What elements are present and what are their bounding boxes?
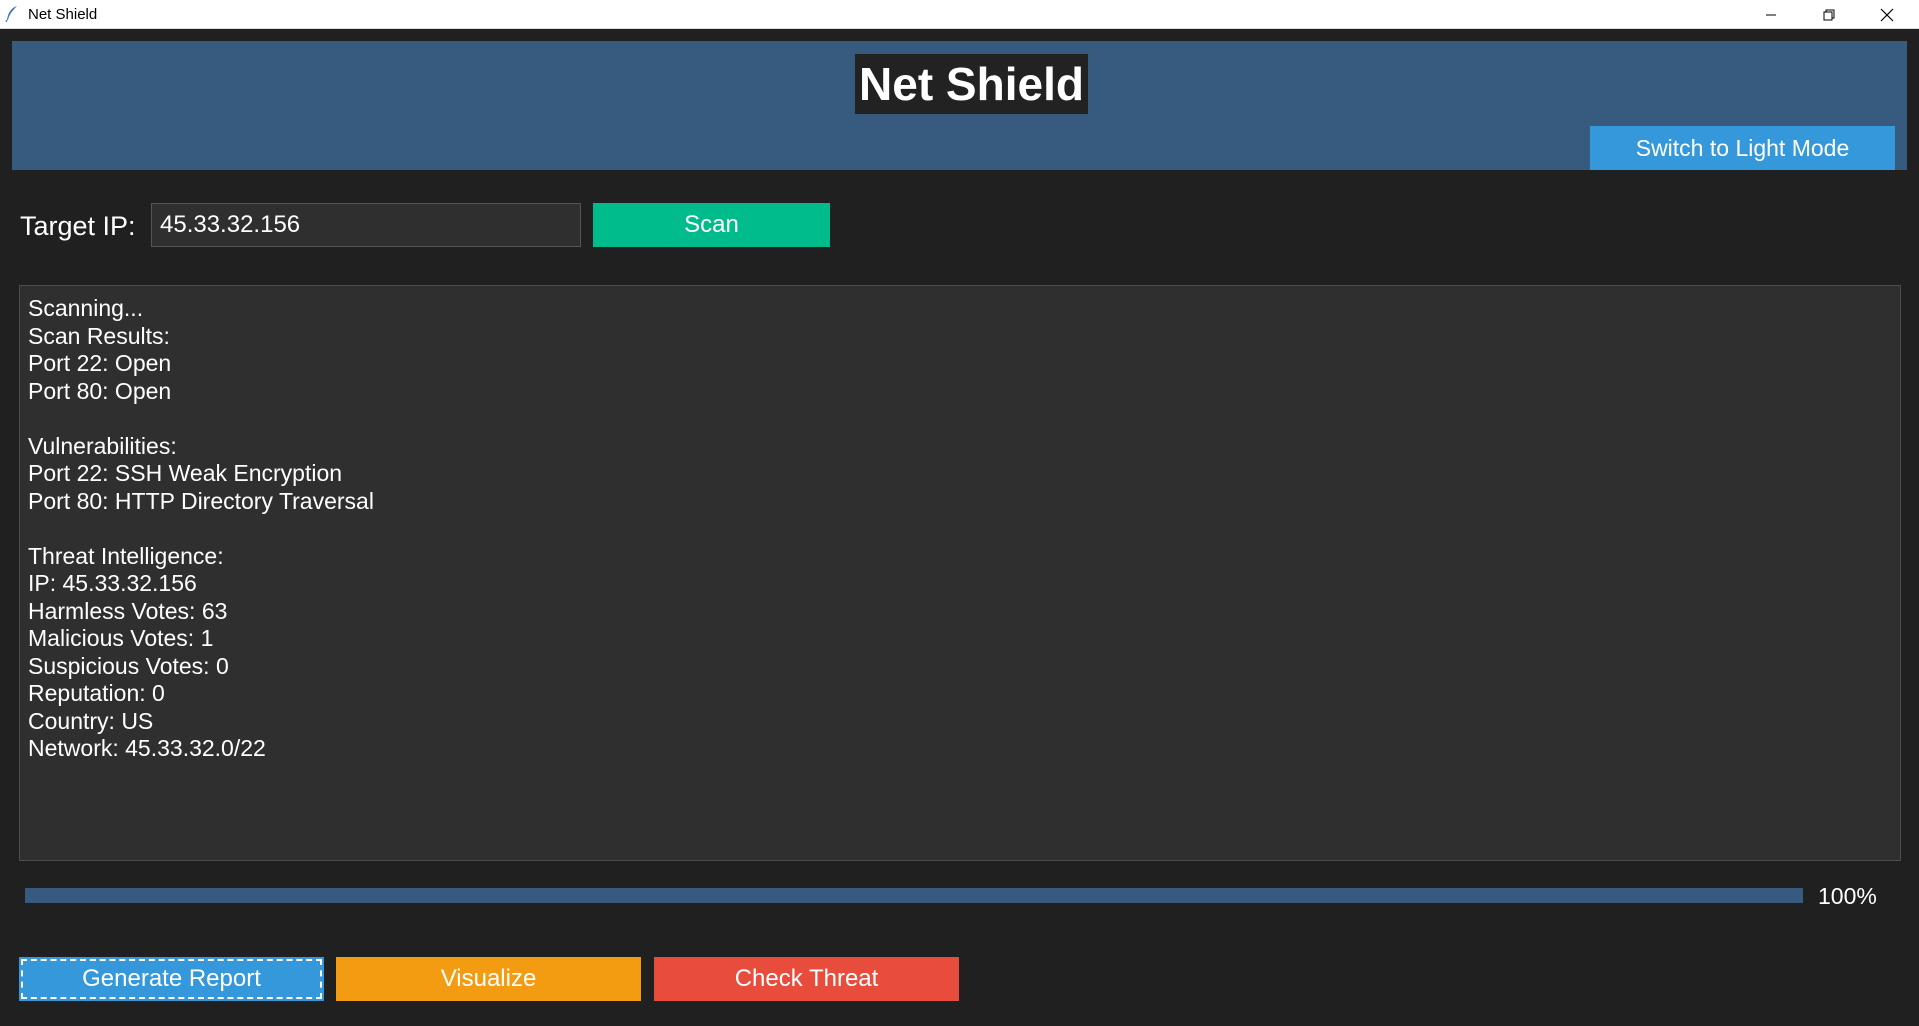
restore-button[interactable] xyxy=(1800,0,1858,29)
title-bar: Net Shield xyxy=(0,0,1919,29)
output-line: Port 22: SSH Weak Encryption xyxy=(28,460,343,486)
output-line: Scan Results: xyxy=(28,322,170,349)
minimize-icon xyxy=(1766,14,1776,15)
output-line: Threat Intelligence: xyxy=(28,542,224,569)
visualize-button[interactable]: Visualize xyxy=(336,957,641,1001)
scan-button[interactable]: Scan xyxy=(593,203,830,247)
output-line: Malicious Votes: 1 xyxy=(28,625,214,651)
scan-output-text[interactable]: Scanning... Scan Results: Port 22: Open … xyxy=(19,285,1901,861)
restore-icon xyxy=(1823,9,1835,20)
output-line: Port 80: Open xyxy=(28,377,172,404)
app-title: Net Shield xyxy=(855,54,1088,114)
header-banner: Net Shield Switch to Light Mode xyxy=(12,41,1907,170)
output-line: Country: US xyxy=(28,707,154,734)
window-title: Net Shield xyxy=(28,6,98,23)
target-ip-label: Target IP: xyxy=(20,211,136,241)
check-threat-button[interactable]: Check Threat xyxy=(654,957,959,1001)
close-icon xyxy=(1880,8,1894,21)
output-line: Harmless Votes: 63 xyxy=(28,597,228,624)
output-line: Port 80: HTTP Directory Traversal xyxy=(28,487,374,514)
feather-icon xyxy=(5,6,17,23)
close-button[interactable] xyxy=(1858,0,1916,29)
output-line: Reputation: 0 xyxy=(28,680,165,706)
output-line: Network: 45.33.32.0/22 xyxy=(28,735,266,761)
generate-report-button[interactable]: Generate Report xyxy=(19,957,324,1001)
minimize-button[interactable] xyxy=(1742,0,1800,29)
output-line: Port 22: Open xyxy=(28,350,172,376)
output-line: Scanning... xyxy=(28,295,144,321)
progress-fill xyxy=(25,888,1803,903)
scan-progress-bar xyxy=(25,888,1803,903)
progress-percent-label: 100% xyxy=(1818,883,1877,909)
output-line: Suspicious Votes: 0 xyxy=(28,652,229,679)
target-ip-input[interactable] xyxy=(151,203,581,247)
output-line: Vulnerabilities: xyxy=(28,432,177,459)
output-line: IP: 45.33.32.156 xyxy=(28,570,197,596)
switch-to-light-mode-button[interactable]: Switch to Light Mode xyxy=(1590,126,1895,170)
